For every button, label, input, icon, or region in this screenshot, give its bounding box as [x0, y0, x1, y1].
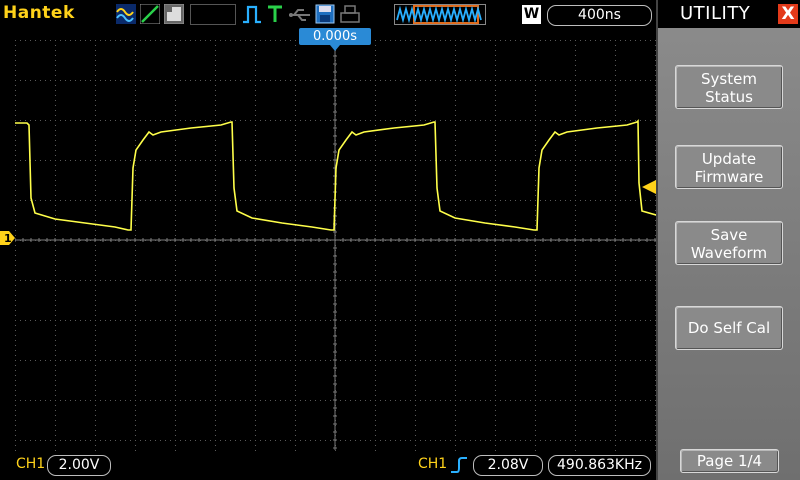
close-icon[interactable]: X	[778, 4, 798, 24]
top-status-bar: Hantek W 400ns	[0, 0, 656, 28]
button-label-line1: Update	[701, 150, 757, 168]
do-self-cal-button[interactable]: Do Self Cal	[675, 306, 783, 350]
menu-header: UTILITY X	[658, 0, 800, 28]
update-firmware-button[interactable]: Update Firmware	[675, 145, 783, 189]
rising-edge-icon	[451, 457, 467, 473]
trigger-level-marker[interactable]	[642, 180, 656, 194]
menu-title: UTILITY	[680, 3, 751, 24]
frequency-readout: 490.863KHz	[548, 455, 651, 476]
brand-logo: Hantek	[3, 3, 75, 23]
trigger-t-icon[interactable]	[266, 4, 284, 24]
page-label: Page 1/4	[696, 452, 763, 470]
button-label-line2: Firmware	[694, 168, 764, 186]
waveform-display[interactable]	[15, 28, 656, 453]
button-label-line2: Waveform	[690, 244, 768, 262]
button-label-line1: System	[701, 70, 757, 88]
utility-menu: UTILITY X System Status Update Firmware …	[656, 0, 800, 480]
graticule-grid	[15, 39, 656, 451]
trigger-position-marker	[330, 45, 340, 51]
page-indicator-button[interactable]: Page 1/4	[680, 449, 779, 473]
save-disk-icon[interactable]	[315, 4, 335, 24]
save-waveform-button[interactable]: Save Waveform	[675, 221, 783, 265]
button-label-line2: Status	[705, 88, 753, 106]
ch1-label: CH1	[16, 456, 46, 472]
button-label: Do Self Cal	[687, 319, 771, 337]
trigger-level-readout[interactable]: 2.08V	[473, 455, 543, 476]
trigger-source-label: CH1	[418, 456, 448, 472]
screenshot-icon[interactable]	[164, 4, 184, 24]
ch1-marker-label: 1	[4, 232, 12, 245]
ramp-icon[interactable]	[140, 4, 160, 24]
memory-waveform-icon	[394, 4, 486, 25]
print-icon[interactable]	[340, 4, 360, 24]
trigger-edge-icon[interactable]	[242, 4, 262, 24]
waveform-icon[interactable]	[116, 4, 136, 24]
graticule-area	[15, 39, 656, 451]
timebase-readout[interactable]: 400ns	[547, 5, 652, 26]
acquisition-mode-badge: W	[522, 5, 541, 24]
usb-icon	[289, 9, 310, 21]
button-label-line1: Save	[710, 226, 748, 244]
system-status-button[interactable]: System Status	[675, 65, 783, 109]
ch1-volts-div[interactable]: 2.00V	[47, 455, 111, 476]
trigger-position-readout[interactable]: 0.000s	[299, 28, 371, 45]
ch1-ground-marker[interactable]: 1	[0, 231, 16, 245]
blank-icon	[190, 4, 236, 25]
